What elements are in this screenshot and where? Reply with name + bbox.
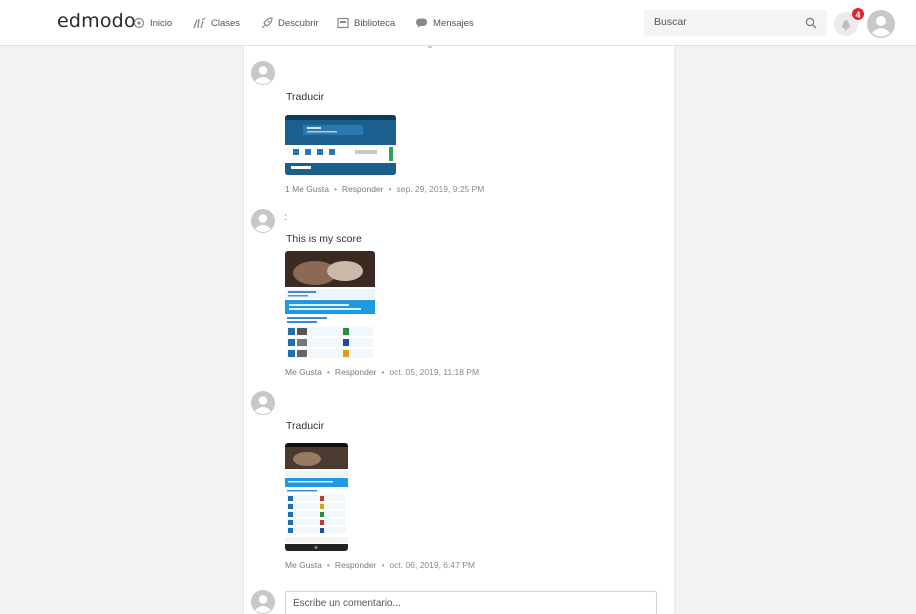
comment-input[interactable]: [293, 598, 648, 609]
post-date: sep. 29, 2019, 9:25 PM: [396, 184, 485, 194]
post-screenshot-image[interactable]: [285, 443, 348, 551]
like-link[interactable]: Me Gusta: [285, 367, 322, 377]
post-meta: Me Gusta • Responder • oct. 06, 2019, 6:47 P…: [285, 560, 475, 570]
commenter-avatar-icon: [251, 590, 275, 614]
nav-item-mensajes[interactable]: Mensajes: [415, 0, 474, 46]
nav-item-biblioteca[interactable]: Biblioteca: [337, 0, 395, 46]
post-text: Traducir: [286, 91, 325, 103]
post-screenshot-image[interactable]: [285, 251, 375, 359]
post-avatar-icon[interactable]: [251, 391, 275, 415]
post-date: oct. 06, 2019, 6:47 PM: [389, 560, 475, 570]
scroll-hint: [428, 46, 432, 48]
user-avatar-icon[interactable]: [867, 10, 895, 38]
nav-label: Clases: [211, 17, 241, 29]
edmodo-logo[interactable]: edmodo: [57, 10, 136, 32]
search-input[interactable]: Buscar: [654, 16, 687, 28]
home-icon: [133, 17, 145, 29]
reply-link[interactable]: Responder: [335, 367, 377, 377]
classes-icon: [193, 17, 206, 29]
top-navigation-bar: edmodo Inicio Clases Descubrir Bibliotec…: [0, 0, 916, 46]
post-author-name[interactable]: :: [284, 212, 287, 223]
search-icon[interactable]: [805, 17, 817, 29]
like-link[interactable]: 1 Me Gusta: [285, 184, 329, 194]
post-text: This is my score: [286, 233, 362, 245]
messages-icon: [416, 18, 427, 28]
nav-item-clases[interactable]: Clases: [193, 0, 240, 46]
nav-item-inicio[interactable]: Inicio: [133, 0, 172, 46]
nav-label: Inicio: [150, 17, 173, 29]
notification-count-badge: 4: [851, 7, 865, 21]
library-icon: [337, 17, 349, 29]
nav-label: Descubrir: [278, 17, 319, 29]
post-date: oct. 05, 2019, 11:18 PM: [389, 367, 480, 377]
search-field[interactable]: Buscar: [644, 10, 827, 36]
post-avatar-icon[interactable]: [251, 61, 275, 85]
nav-item-descubrir[interactable]: Descubrir: [260, 0, 319, 46]
reply-link[interactable]: Responder: [335, 560, 377, 570]
post-meta: 1 Me Gusta • Responder • sep. 29, 2019, 9:25…: [285, 184, 485, 194]
comment-box[interactable]: [285, 591, 657, 614]
nav-label: Biblioteca: [354, 17, 396, 29]
rocket-icon: [261, 16, 273, 28]
nav-label: Mensajes: [433, 17, 474, 29]
reply-link[interactable]: Responder: [342, 184, 384, 194]
post-screenshot-image[interactable]: [285, 115, 396, 175]
post-meta: Me Gusta • Responder • oct. 05, 2019, 11:18 …: [285, 367, 480, 377]
post-text: Traducir: [286, 420, 325, 432]
like-link[interactable]: Me Gusta: [285, 560, 322, 570]
post-avatar-icon[interactable]: [251, 209, 275, 233]
